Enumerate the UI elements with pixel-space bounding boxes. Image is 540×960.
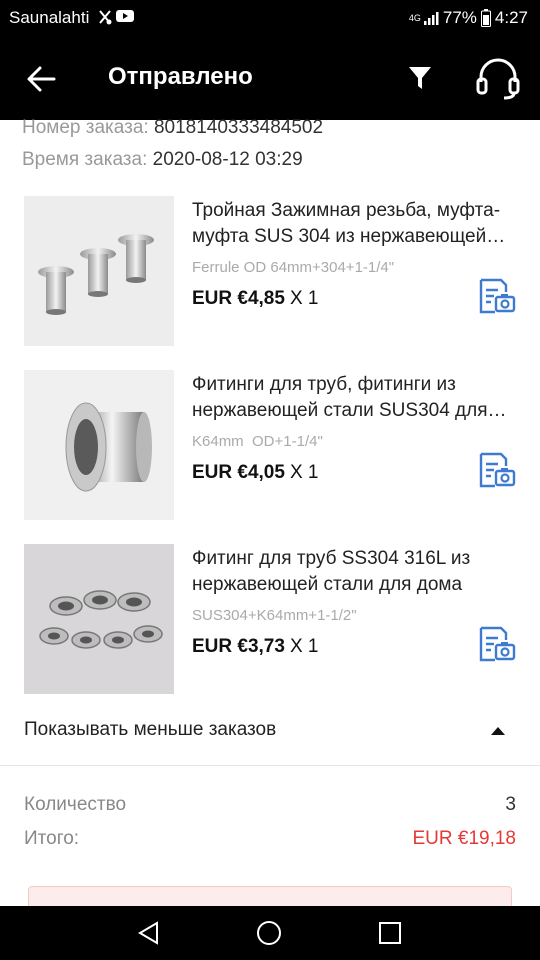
youtube-icon <box>116 10 134 22</box>
product-price: EUR €4,05 <box>192 462 285 483</box>
caret-up-icon[interactable] <box>491 726 505 736</box>
funnel-icon[interactable] <box>406 64 434 92</box>
product-qty: X 1 <box>289 462 319 483</box>
quantity-value: 3 <box>505 794 516 815</box>
product-variant: K64mm OD+1-1/4" <box>192 433 323 450</box>
product-image[interactable] <box>24 196 174 346</box>
order-time: 2020-08-12 03:29 <box>152 149 303 170</box>
price-row: EUR €4,85 X 1 <box>192 288 318 310</box>
page-title: Отправлено <box>108 63 253 90</box>
order-number-label: Номер заказа: <box>22 117 149 138</box>
carrier-name: Saunalahti <box>9 8 90 27</box>
price-row: EUR €4,05 X 1 <box>192 462 318 484</box>
product-variant: SUS304+K64mm+1-1/2" <box>192 607 357 624</box>
order-number: 8018140333484502 <box>153 117 324 138</box>
product-name[interactable]: Фитинг для труб SS304 316L из нержавеюще… <box>192 546 517 598</box>
product-image[interactable] <box>24 370 174 520</box>
order-time-label: Время заказа: <box>22 149 148 170</box>
app-notification-icon <box>99 10 112 25</box>
total-value: EUR €19,18 <box>412 828 516 849</box>
total-row: Итого: EUR €19,18 <box>24 824 516 854</box>
status-bar: Saunalahti 4G 77% 4:27 <box>0 0 540 34</box>
product-variant: Ferrule OD 64mm+304+1-1/4" <box>192 259 395 276</box>
arrow-left-icon[interactable] <box>24 62 58 96</box>
product-price: EUR €4,85 <box>192 288 285 309</box>
nav-recents-icon[interactable] <box>377 920 403 946</box>
status-right: 4G 77% 4:27 <box>409 8 528 28</box>
divider <box>0 765 540 766</box>
system-nav-bar <box>0 906 540 960</box>
product-item[interactable]: Тройная Зажимная резьба, муфта-муфта SUS… <box>0 196 540 348</box>
order-number-row: Номер заказа: 8018140333484502 <box>22 112 323 144</box>
battery-percent: 77% <box>442 8 477 27</box>
product-item[interactable]: Фитинг для труб SS304 316L из нержавеюще… <box>0 544 540 696</box>
product-price: EUR €3,73 <box>192 636 285 657</box>
order-time-row: Время заказа: 2020-08-12 03:29 <box>22 144 323 176</box>
product-name[interactable]: Фитинги для труб, фитинги из нержавеющей… <box>192 372 517 424</box>
ferrule-fittings-image <box>24 196 174 346</box>
notification-icons <box>98 9 134 25</box>
photo-document-icon[interactable] <box>478 278 516 314</box>
show-less-label[interactable]: Показывать меньше заказов <box>24 719 276 741</box>
product-name[interactable]: Тройная Зажимная резьба, муфта-муфта SUS… <box>192 198 517 250</box>
app-bar: Отправлено <box>0 34 540 120</box>
nav-home-icon[interactable] <box>256 920 282 946</box>
total-label: Итого: <box>24 828 80 849</box>
quantity-label: Количество <box>24 794 127 815</box>
battery-icon <box>480 9 491 27</box>
headset-icon[interactable] <box>474 58 522 100</box>
nav-back-icon[interactable] <box>136 920 162 946</box>
fitting-set-image <box>24 544 174 694</box>
product-item[interactable]: Фитинги для труб, фитинги из нержавеющей… <box>0 370 540 522</box>
quantity-row: Количество 3 <box>24 790 516 820</box>
price-row: EUR €3,73 X 1 <box>192 636 318 658</box>
product-image[interactable] <box>24 544 174 694</box>
photo-document-icon[interactable] <box>478 452 516 488</box>
photo-document-icon[interactable] <box>478 626 516 662</box>
product-qty: X 1 <box>289 636 319 657</box>
network-type: 4G <box>408 12 421 23</box>
order-info: Номер заказа: 8018140333484502 Время зак… <box>22 112 323 176</box>
product-qty: X 1 <box>289 288 319 309</box>
show-less-orders-toggle[interactable]: Показывать меньше заказов <box>0 710 540 754</box>
signal-icon <box>423 12 439 25</box>
clock: 4:27 <box>494 8 528 27</box>
pipe-fitting-image <box>24 370 174 520</box>
